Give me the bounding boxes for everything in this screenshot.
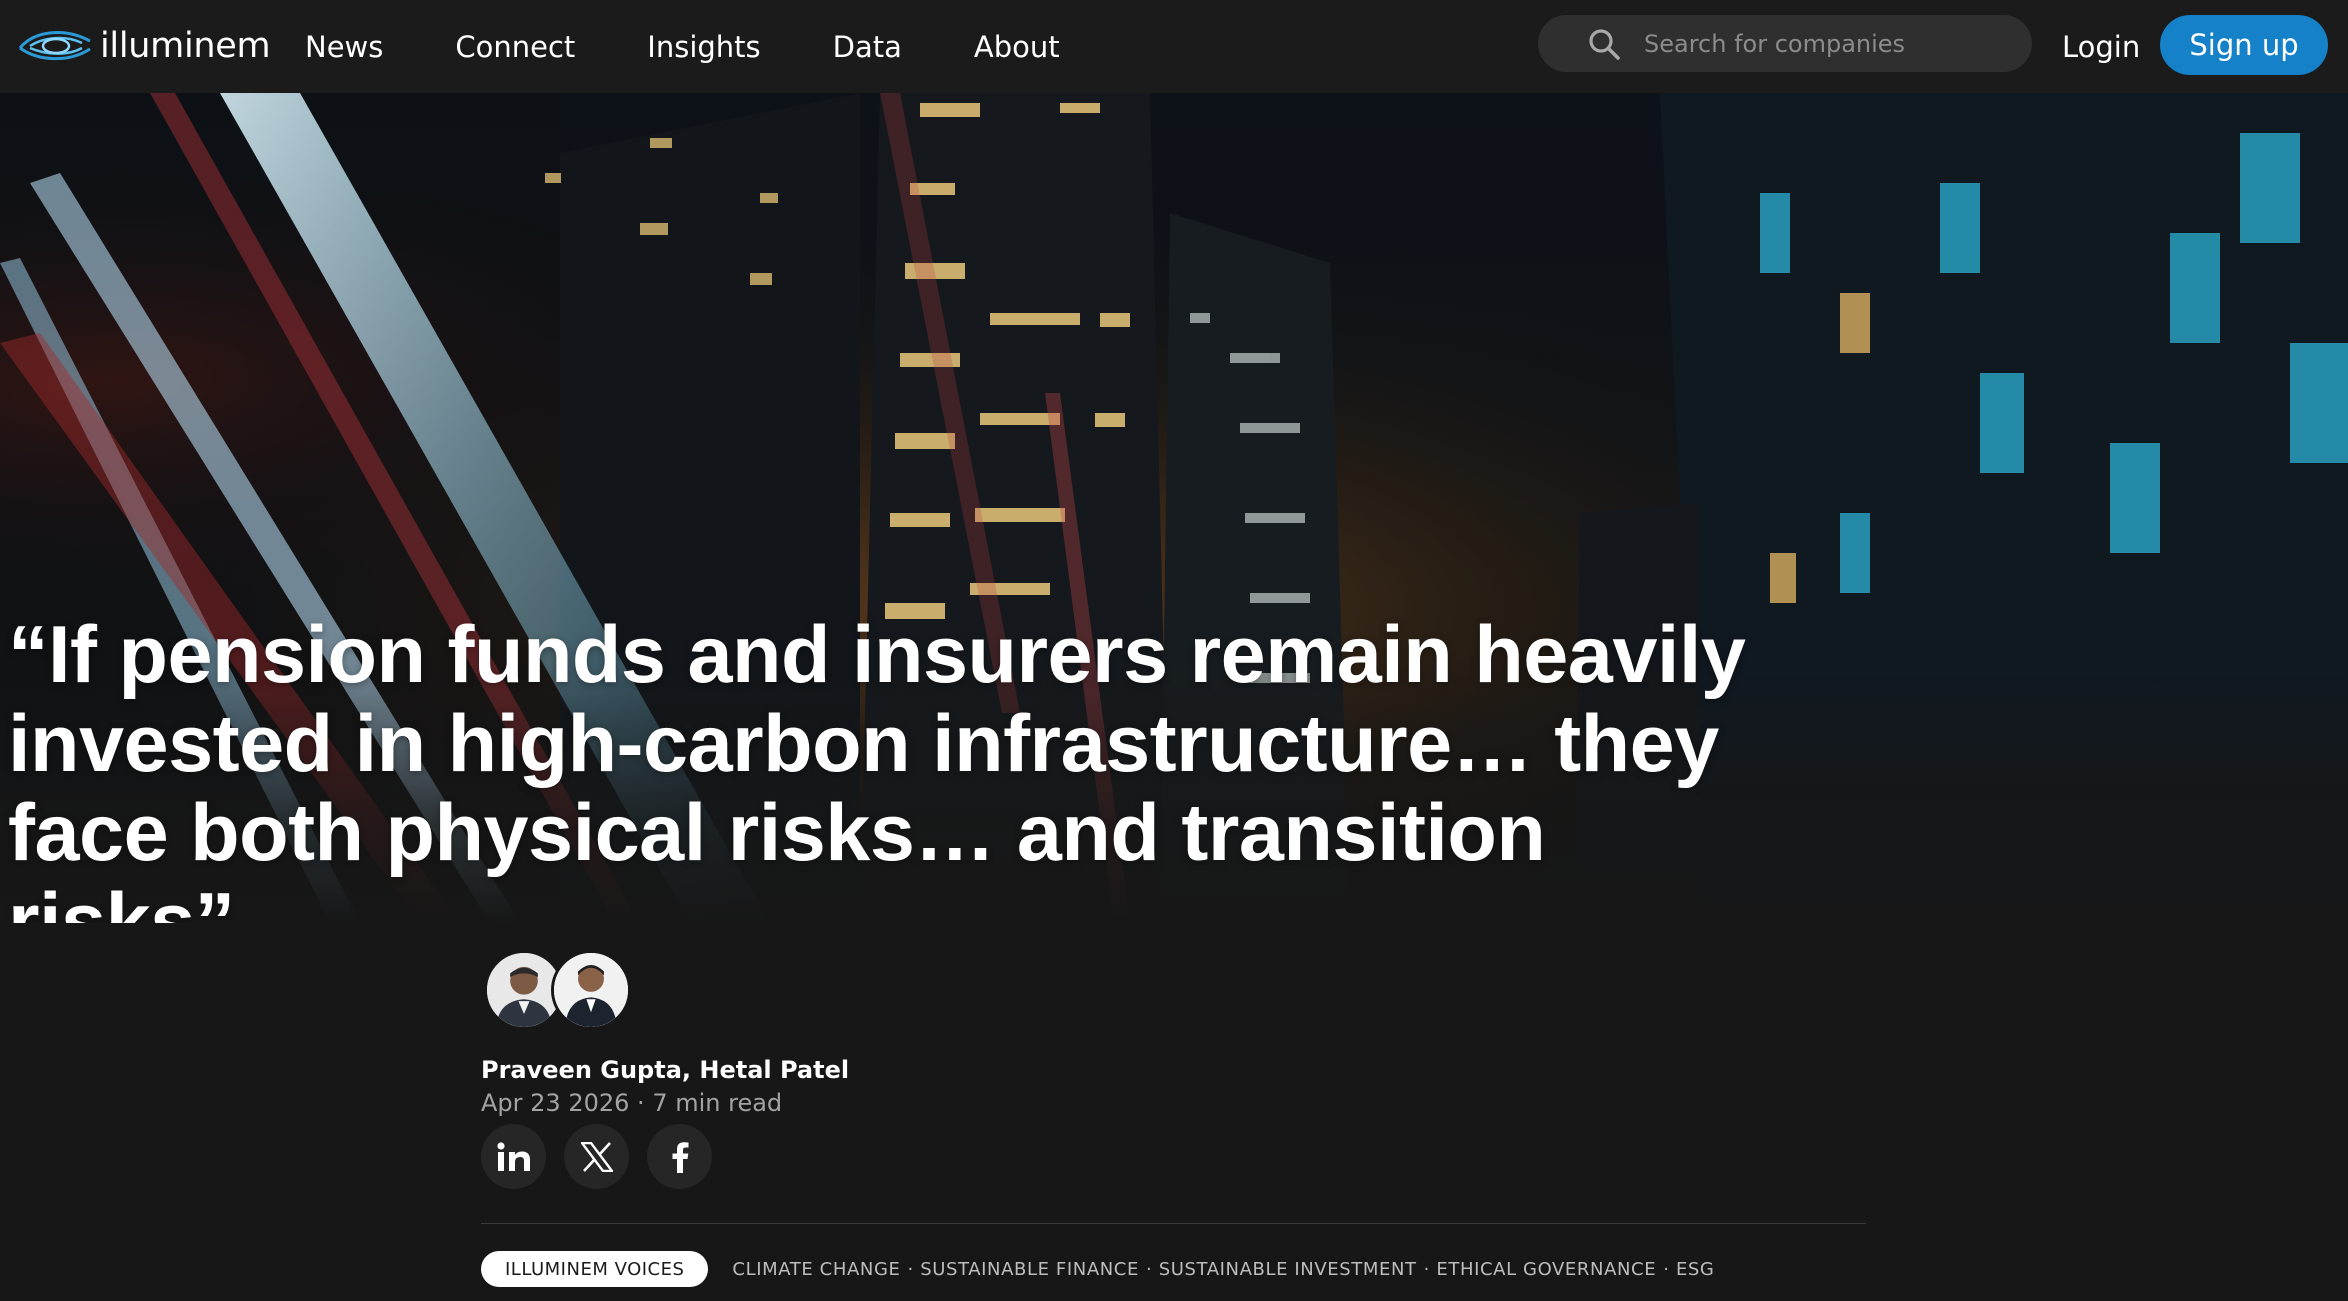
nav-item-news[interactable]: News [305,30,383,64]
nav-item-connect[interactable]: Connect [455,30,575,64]
article-tags: ILLUMINEM VOICES CLIMATE CHANGE · SUSTAI… [481,1251,1715,1287]
article-byline: Apr 23 2026 · 7 min read [481,1089,782,1117]
nav-item-about[interactable]: About [974,30,1060,64]
tag-separator: · [1423,1258,1430,1280]
byline-separator: · [637,1089,645,1117]
tag-sustainable-investment[interactable]: SUSTAINABLE INVESTMENT [1159,1259,1417,1280]
tag-climate-change[interactable]: CLIMATE CHANGE [732,1259,900,1280]
brand-logo[interactable]: illuminem [16,20,271,72]
read-time: 7 min read [652,1089,783,1117]
hero-section: “If pension funds and insurers remain he… [0,93,2348,923]
signup-button[interactable]: Sign up [2160,15,2328,75]
tag-separator: · [1145,1258,1152,1280]
tag-ethical-governance[interactable]: ETHICAL GOVERNANCE [1436,1259,1656,1280]
search-icon [1589,28,1620,60]
nav-item-data[interactable]: Data [833,30,902,64]
article-headline: “If pension funds and insurers remain he… [8,610,1746,924]
author-avatar-hetal[interactable] [551,950,631,1030]
avatar-photo [487,953,561,1027]
main-nav: News Connect Insights Data About [305,0,1132,93]
x-icon [580,1141,613,1172]
login-link[interactable]: Login [2062,0,2140,93]
share-facebook-button[interactable] [647,1124,712,1189]
tag-sustainable-finance[interactable]: SUSTAINABLE FINANCE [920,1259,1139,1280]
tag-separator: · [907,1258,914,1280]
tag-illuminem-voices[interactable]: ILLUMINEM VOICES [481,1251,709,1287]
top-navbar: illuminem News Connect Insights Data Abo… [0,0,2348,93]
search-input[interactable] [1642,28,2002,59]
search-bar[interactable] [1538,15,2032,72]
linkedin-icon [496,1141,530,1171]
topic-tag-list: CLIMATE CHANGE · SUSTAINABLE FINANCE · S… [732,1259,1714,1280]
publish-date: Apr 23 2026 [481,1089,630,1117]
author-names[interactable]: Praveen Gupta, Hetal Patel [481,1056,849,1084]
facebook-icon [672,1141,688,1173]
share-buttons [481,1124,730,1189]
meta-divider [481,1223,1866,1224]
brand-name: illuminem [100,26,271,66]
author-avatars [481,950,1866,1034]
tag-separator: · [1663,1258,1669,1280]
illuminem-logo-icon [18,31,91,61]
share-x-button[interactable] [564,1124,629,1189]
nav-item-insights[interactable]: Insights [647,30,760,64]
share-linkedin-button[interactable] [481,1124,546,1189]
tag-esg[interactable]: ESG [1676,1259,1715,1280]
article-meta: Praveen Gupta, Hetal Patel Apr 23 2026 ·… [481,950,1866,1287]
avatar-photo [554,953,628,1027]
